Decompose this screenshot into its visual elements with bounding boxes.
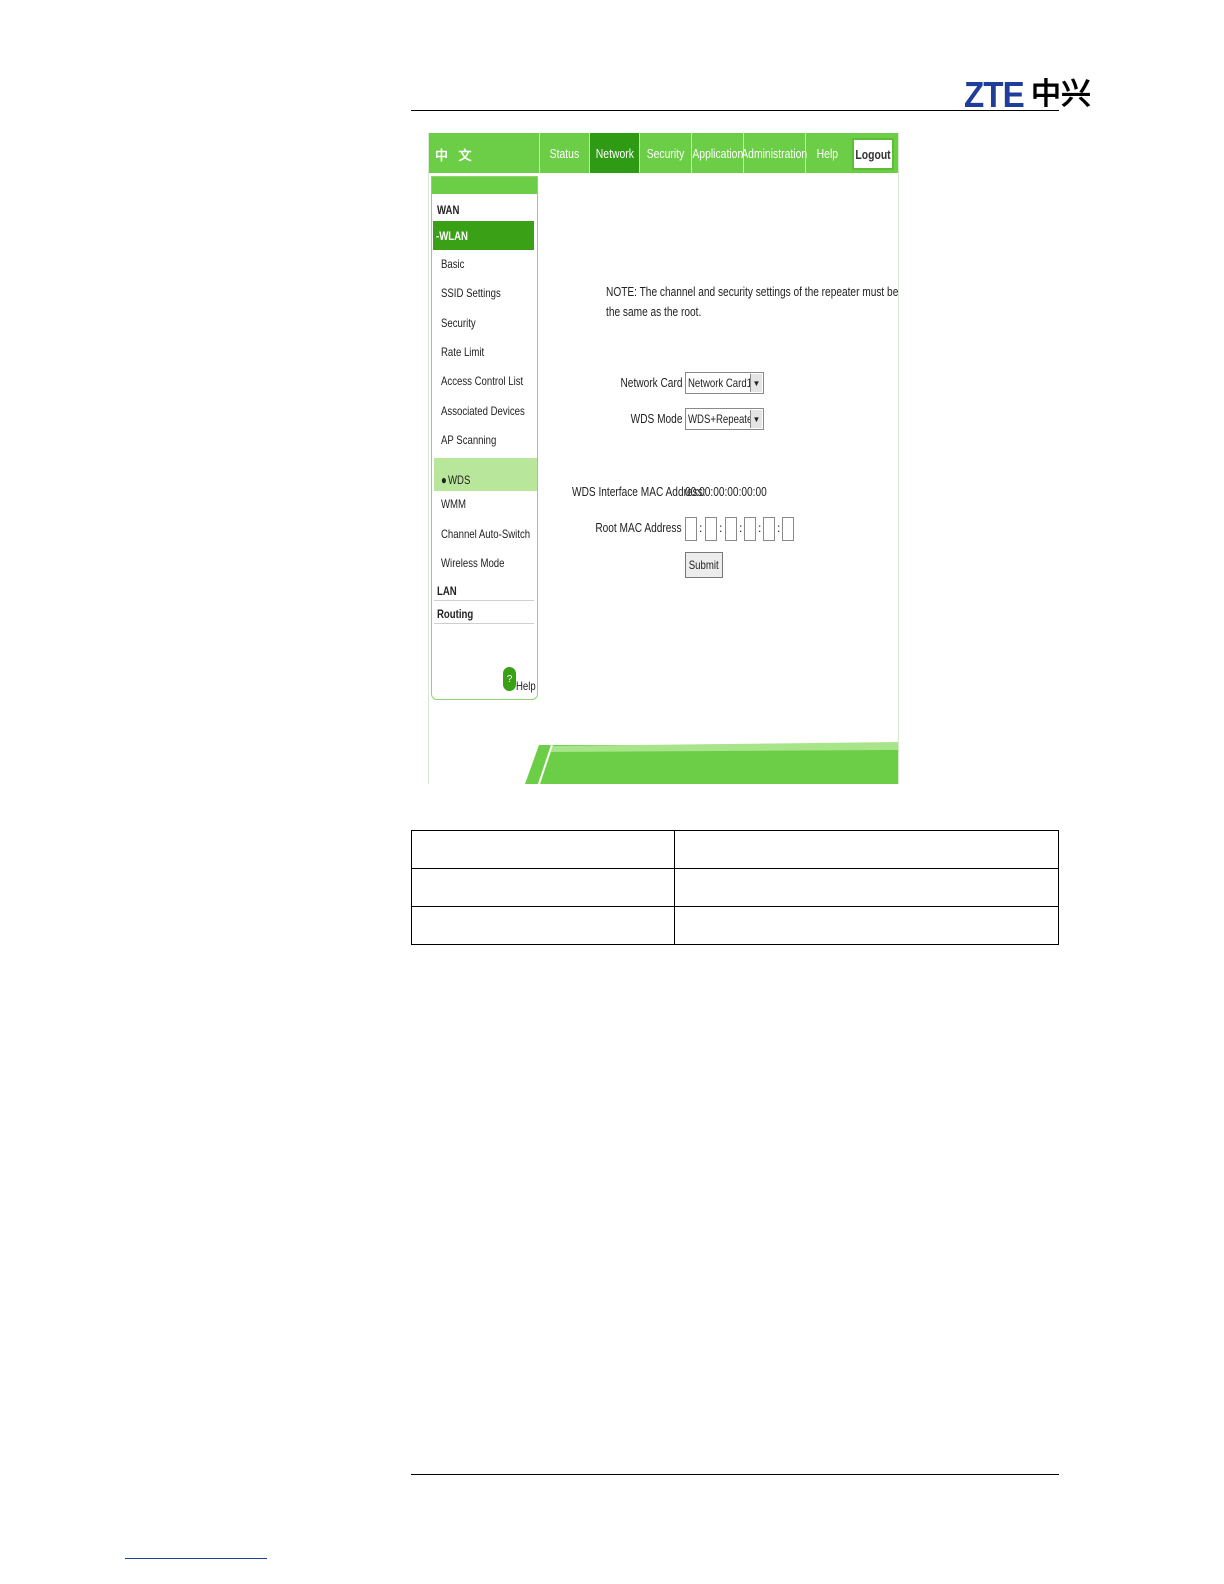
table-cell: [411, 906, 675, 945]
table-cell: [674, 868, 1059, 907]
language-link[interactable]: 中 文: [435, 145, 475, 164]
root-mac-octet-5[interactable]: [763, 517, 775, 541]
tab-application[interactable]: Application: [691, 133, 743, 173]
root-mac-octet-1[interactable]: [685, 517, 697, 541]
sidebar-divider: [434, 623, 534, 624]
chevron-down-icon: ▼: [750, 410, 762, 428]
sidebar-item-ap-scanning[interactable]: AP Scanning: [441, 433, 510, 447]
network-card-label: Network Card: [620, 375, 682, 390]
wds-mode-label: WDS Mode: [630, 411, 682, 426]
table-row: [411, 868, 1059, 907]
tab-help[interactable]: Help: [805, 133, 849, 173]
table-cell: [411, 830, 675, 869]
sidebar-item-associated-devices[interactable]: Associated Devices: [441, 404, 546, 418]
network-card-select[interactable]: Network Card1 ▼: [685, 372, 764, 394]
wds-mode-select[interactable]: WDS+Repeater ▼: [685, 408, 764, 430]
help-link[interactable]: Help: [516, 679, 541, 693]
mac-separator: :: [777, 521, 781, 535]
sidebar-item-wmm[interactable]: WMM: [441, 497, 472, 511]
mac-separator: :: [699, 521, 703, 535]
table-row: [411, 906, 1059, 945]
sidebar-category-wlan[interactable]: -WLAN: [433, 221, 534, 250]
root-mac-label: Root MAC Address: [595, 520, 682, 535]
wds-mac-value: 00:00:00:00:00:00: [685, 484, 767, 499]
note-text-line2: the same as the root.: [606, 304, 702, 319]
logout-button[interactable]: Logout: [852, 138, 894, 170]
sidebar-item-channel-auto-switch[interactable]: Channel Auto-Switch: [441, 527, 552, 541]
sidebar-category-wan[interactable]: WAN: [437, 203, 465, 217]
table-cell: [411, 868, 675, 907]
sidebar-header-bar: [432, 177, 537, 194]
router-ui-screenshot: 中 文 Status Network Security Application …: [428, 133, 899, 784]
footer-rule: [411, 1474, 1059, 1475]
root-mac-octet-2[interactable]: [705, 517, 717, 541]
sidebar-item-rate-limit[interactable]: Rate Limit: [441, 345, 495, 359]
sidebar-category-lan[interactable]: LAN: [437, 584, 462, 598]
logo-latin: ZTE: [964, 74, 1025, 115]
sidebar-category-routing[interactable]: Routing: [437, 607, 482, 621]
logo-chinese: 中兴: [1031, 77, 1091, 112]
help-icon[interactable]: ?: [503, 667, 516, 691]
table-cell: [674, 830, 1059, 869]
bullet-icon: ●: [441, 472, 447, 487]
sidebar-divider: [434, 600, 534, 601]
root-mac-octet-4[interactable]: [744, 517, 756, 541]
sidebar-item-basic[interactable]: Basic: [441, 257, 470, 271]
mac-separator: :: [758, 521, 762, 535]
sidebar-item-access-control-list[interactable]: Access Control List: [441, 374, 544, 388]
table-cell: [674, 906, 1059, 945]
chevron-down-icon: ▼: [750, 374, 762, 392]
submit-button[interactable]: Submit: [685, 552, 723, 578]
sidebar: WAN -WLAN Basic SSID Settings Security R…: [431, 176, 538, 700]
header-rule: [411, 110, 1059, 111]
tab-network[interactable]: Network: [589, 133, 639, 173]
root-mac-octet-3[interactable]: [725, 517, 737, 541]
tab-status[interactable]: Status: [539, 133, 589, 173]
footer-banner: [525, 742, 898, 784]
mac-separator: :: [719, 521, 723, 535]
tab-security[interactable]: Security: [639, 133, 691, 173]
footer-link-underline: [125, 1558, 267, 1559]
root-mac-octet-6[interactable]: [782, 517, 794, 541]
sidebar-item-security[interactable]: Security: [441, 316, 484, 330]
empty-table: [411, 830, 1059, 945]
tab-administration[interactable]: Administration: [742, 133, 807, 173]
table-row: [411, 830, 1059, 869]
sidebar-item-wds[interactable]: ● WDS: [434, 458, 537, 491]
note-text: NOTE: The channel and security settings …: [606, 284, 899, 299]
zte-logo: ZTE 中兴: [964, 74, 1091, 115]
mac-separator: :: [739, 521, 743, 535]
sidebar-item-ssid-settings[interactable]: SSID Settings: [441, 286, 516, 300]
sidebar-item-wireless-mode[interactable]: Wireless Mode: [441, 556, 520, 570]
